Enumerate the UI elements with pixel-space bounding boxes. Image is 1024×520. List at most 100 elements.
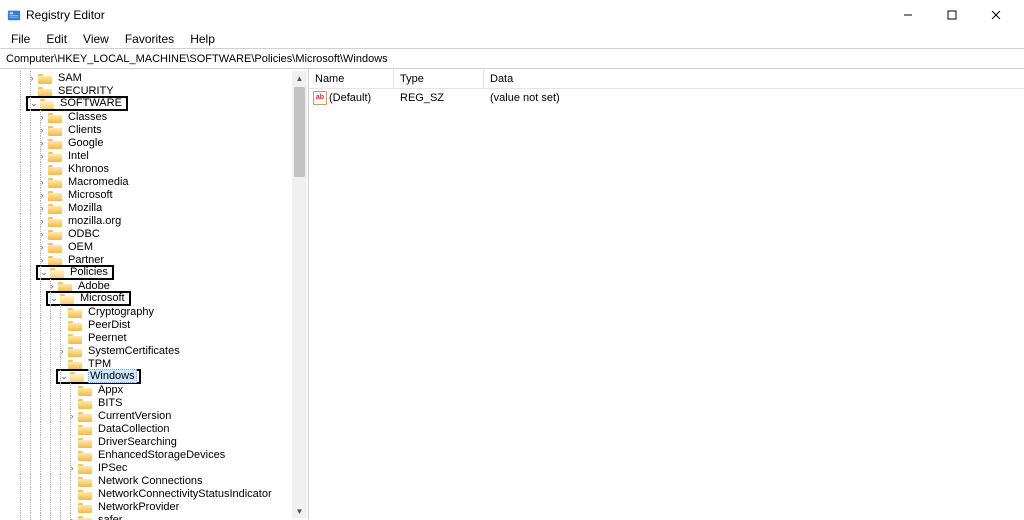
tree-item[interactable]: ›OEM — [0, 240, 308, 253]
tree-item[interactable]: ›SAM — [0, 71, 308, 84]
chevron-right-icon[interactable]: › — [66, 411, 78, 421]
chevron-right-icon[interactable]: › — [36, 255, 48, 265]
tree-item[interactable]: ›Network Connections — [0, 474, 308, 487]
minimize-button[interactable] — [886, 1, 930, 29]
chevron-right-icon[interactable]: › — [36, 242, 48, 252]
tree-item[interactable]: ›PeerDist — [0, 318, 308, 331]
chevron-right-icon[interactable]: › — [36, 125, 48, 135]
column-headers[interactable]: Name Type Data — [309, 69, 1024, 89]
chevron-right-icon[interactable]: › — [56, 346, 68, 356]
tree-item[interactable]: ›Microsoft — [0, 188, 308, 201]
tree-item[interactable]: ›BITS — [0, 396, 308, 409]
tree-item-label: CurrentVersion — [96, 410, 173, 422]
chevron-right-icon[interactable]: › — [46, 281, 58, 291]
tree-item[interactable]: ⌄Windows — [0, 370, 308, 383]
tree-item[interactable]: ›Clients — [0, 123, 308, 136]
menu-edit[interactable]: Edit — [39, 30, 74, 48]
maximize-button[interactable] — [930, 1, 974, 29]
tree-item[interactable]: ›IPSec — [0, 461, 308, 474]
menu-view[interactable]: View — [76, 30, 116, 48]
tree-item-label: DataCollection — [96, 423, 172, 435]
folder-icon — [48, 137, 63, 149]
tree-item[interactable]: ›Macromedia — [0, 175, 308, 188]
tree-item-label: Microsoft — [78, 292, 127, 304]
tree-item-label: safer — [96, 514, 124, 520]
chevron-right-icon[interactable]: › — [36, 112, 48, 122]
folder-icon — [78, 475, 93, 487]
tree-item[interactable]: › ODBC — [0, 227, 308, 240]
close-button[interactable] — [974, 1, 1018, 29]
tree-item[interactable]: ›DriverSearching — [0, 435, 308, 448]
menu-help[interactable]: Help — [183, 30, 222, 48]
folder-icon — [48, 150, 63, 162]
tree-item-label: Windows — [88, 369, 137, 383]
col-type[interactable]: Type — [394, 69, 484, 88]
tree-item[interactable]: ›TPM — [0, 357, 308, 370]
string-value-icon: ab — [313, 91, 327, 105]
chevron-right-icon[interactable]: › — [66, 463, 78, 473]
tree-item-label: Network Connections — [96, 475, 205, 487]
folder-icon — [48, 176, 63, 188]
chevron-right-icon[interactable]: › — [66, 515, 78, 520]
titlebar: Registry Editor — [0, 1, 1024, 29]
tree-item-label: BITS — [96, 397, 124, 409]
tree-item[interactable]: ›NetworkConnectivityStatusIndicator — [0, 487, 308, 500]
scroll-thumb[interactable] — [294, 87, 305, 177]
tree-item[interactable]: › Classes — [0, 110, 308, 123]
folder-icon — [70, 370, 85, 382]
folder-icon — [78, 423, 93, 435]
folder-icon — [60, 292, 75, 304]
chevron-right-icon[interactable]: › — [26, 73, 38, 83]
tree-item[interactable]: ⌄Microsoft — [0, 292, 308, 305]
tree-item[interactable]: ›Cryptography — [0, 305, 308, 318]
tree-item[interactable]: › safer — [0, 513, 308, 520]
tree-item[interactable]: › CurrentVersion — [0, 409, 308, 422]
chevron-right-icon[interactable]: › — [36, 229, 48, 239]
tree-item[interactable]: ›Khronos — [0, 162, 308, 175]
tree-item[interactable]: ⌄Policies — [0, 266, 308, 279]
col-data[interactable]: Data — [484, 69, 684, 88]
menu-favorites[interactable]: Favorites — [118, 30, 181, 48]
tree-item[interactable]: ›EnhancedStorageDevices — [0, 448, 308, 461]
tree-item-label: mozilla.org — [66, 215, 123, 227]
tree-item-label: Appx — [96, 384, 125, 396]
value-row[interactable]: ab (Default) REG_SZ (value not set) — [309, 89, 1024, 106]
tree-item[interactable]: ›Mozilla — [0, 201, 308, 214]
address-bar[interactable]: Computer\HKEY_LOCAL_MACHINE\SOFTWARE\Pol… — [0, 49, 1024, 69]
scroll-down-icon[interactable]: ▼ — [292, 504, 307, 518]
chevron-right-icon[interactable]: › — [36, 138, 48, 148]
tree-item[interactable]: ›Appx — [0, 383, 308, 396]
scroll-up-icon[interactable]: ▲ — [292, 71, 307, 85]
col-name[interactable]: Name — [309, 69, 394, 88]
tree-item[interactable]: › Google — [0, 136, 308, 149]
tree-item[interactable]: ›NetworkProvider — [0, 500, 308, 513]
chevron-right-icon[interactable]: › — [36, 177, 48, 187]
app-icon — [6, 7, 22, 23]
chevron-right-icon[interactable]: › — [36, 151, 48, 161]
menu-file[interactable]: File — [4, 30, 37, 48]
tree-item-label: Classes — [66, 111, 109, 123]
tree-pane: ›SAM›SECURITY⌄SOFTWARE›Classes›Clients›G… — [0, 69, 309, 520]
values-pane: Name Type Data ab (Default) REG_SZ (valu… — [309, 69, 1024, 520]
folder-icon — [78, 436, 93, 448]
tree-item[interactable]: ›Peernet — [0, 331, 308, 344]
tree-item[interactable]: ›SystemCertificates — [0, 344, 308, 357]
chevron-right-icon[interactable]: › — [36, 216, 48, 226]
folder-icon — [48, 202, 63, 214]
folder-icon — [48, 124, 63, 136]
registry-tree[interactable]: ›SAM›SECURITY⌄SOFTWARE›Classes›Clients›G… — [0, 69, 308, 520]
chevron-right-icon[interactable]: › — [36, 203, 48, 213]
tree-item-label: Google — [66, 137, 105, 149]
tree-item[interactable]: › mozilla.org — [0, 214, 308, 227]
folder-icon — [68, 306, 83, 318]
tree-item[interactable]: ⌄SOFTWARE — [0, 97, 308, 110]
folder-icon — [78, 501, 93, 513]
tree-item-label: ODBC — [66, 228, 102, 240]
folder-icon — [78, 514, 93, 520]
folder-icon — [48, 215, 63, 227]
tree-scrollbar[interactable]: ▲ ▼ — [292, 71, 307, 518]
tree-item[interactable]: ›DataCollection — [0, 422, 308, 435]
value-type: REG_SZ — [394, 92, 484, 104]
chevron-right-icon[interactable]: › — [36, 190, 48, 200]
tree-item[interactable]: ›Intel — [0, 149, 308, 162]
